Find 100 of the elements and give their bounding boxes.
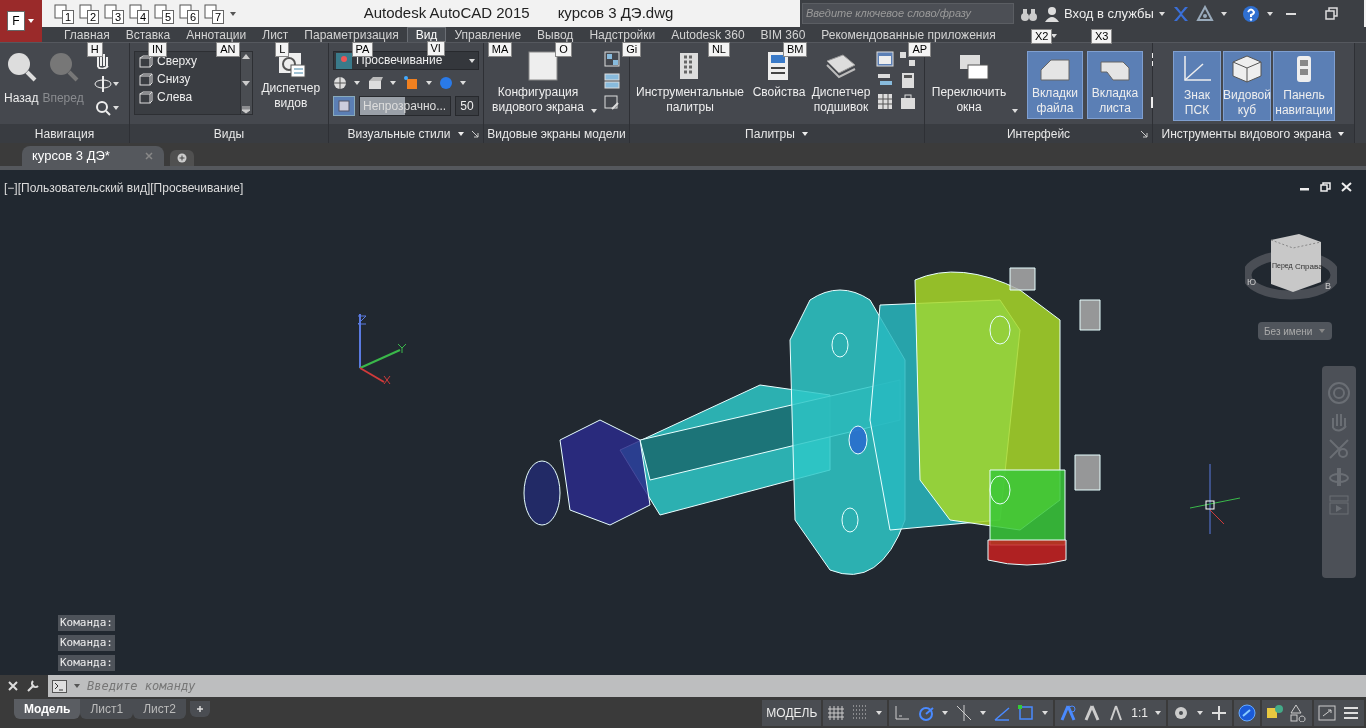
keytip: NL [707,42,730,57]
quick-access-button[interactable]: 1 [54,3,74,24]
search-field[interactable]: Введите ключевое слово/фразу [802,3,1014,24]
quick-access-button[interactable]: 3 [104,3,124,24]
window-title: Autodesk AutoCAD 2015 [363,3,530,24]
ribbon-tab[interactable]: Аннотации [178,28,255,42]
window-icon [876,51,894,67]
ribbon-tab[interactable]: Autodesk 360 [663,28,753,42]
caret-icon [875,708,884,717]
ribbon-tab[interactable]: Вставка [117,28,179,42]
caret-icon [73,682,81,690]
file-tabs-button[interactable]: Вкладки файла [1027,51,1083,119]
annotation-icon [1059,703,1078,722]
keytip: MA [487,42,513,57]
caret-icon [979,708,988,717]
ribbon-tab[interactable]: Надстройки [581,28,664,42]
keytip: F [7,11,25,31]
keytip: X2 [1031,29,1053,44]
file-tab[interactable]: курсов 3 ДЭ* [22,146,164,166]
quick-access-button[interactable]: 5 [154,3,174,24]
caret-icon [468,56,476,65]
dialog-launcher-icon [1140,129,1148,138]
keytip: AN [216,42,240,57]
viewcube-button[interactable]: Видовой куб [1223,51,1271,121]
close-icon [8,681,18,691]
caret-icon [229,9,237,18]
cube-icon [1231,54,1263,84]
keytip: O [555,42,572,57]
caret-icon [590,107,598,115]
zoom-icon [1328,438,1350,460]
close-icon [143,151,154,161]
annotation-scale[interactable]: 1:1 [1131,703,1148,722]
back-button[interactable]: Назад [4,51,39,106]
view-item[interactable]: Сверху [157,54,198,69]
caret-icon [941,708,950,717]
switch-windows-button[interactable]: Переключить окна [929,51,1019,117]
panel-title: Видовые экраны модели [487,125,626,143]
scroll-down-icon [241,78,252,88]
new-tab-button[interactable] [169,150,194,166]
orbit-icon [1328,466,1350,488]
quick-access-button[interactable]: 2 [79,3,99,24]
keytip: BM [782,42,808,57]
steering-wheel-icon [1328,382,1350,404]
view-item[interactable]: Снизу [157,72,191,87]
caret-icon [111,80,120,88]
ribbon-tab[interactable]: Рекомендованные приложения [813,28,1004,42]
calculator-icon [899,72,917,88]
sign-in-button[interactable]: Вход в службы [1044,3,1166,24]
restore-icon [1320,182,1331,192]
expand-icon [241,105,252,114]
caret-icon [353,79,361,87]
xray-toggle-button[interactable] [333,96,355,116]
caret-icon [111,104,120,112]
network-icon [899,51,917,67]
cube-icon [139,55,153,68]
user-icon [1044,5,1060,22]
quick-access-button[interactable]: 6 [179,3,199,24]
navigation-bar-button[interactable]: Панель навигации [1273,51,1335,121]
layout-tab[interactable]: Лист1 [80,698,134,719]
ribbon-tab[interactable]: Параметризация [296,28,407,42]
quick-access-button[interactable]: 4 [129,3,149,24]
ribbon-tab[interactable]: Лист [254,28,297,42]
hardware-acceleration-icon [1238,703,1256,722]
caret-icon [456,129,465,138]
keytip: Gi [622,42,642,57]
viewport-split-icon [604,73,620,89]
command-line-field[interactable]: Введите команду [48,675,1366,697]
layout-tab[interactable]: Модель [14,698,81,719]
new-layout-button[interactable] [189,700,210,717]
grid-icon [827,703,846,722]
object-track-icon [955,703,974,722]
plus-icon [1210,703,1228,722]
plus-icon [176,153,187,163]
close-icon [1341,182,1352,192]
caret-icon [1265,9,1274,18]
cube-icon [337,99,351,113]
application-menu-button[interactable]: F [0,0,42,42]
layout-tab[interactable]: Лист2 [133,698,186,719]
cube-icon [139,73,153,86]
quick-access-button[interactable]: 7 [204,3,224,24]
sphere-icon [333,76,347,90]
viewport-controls-label[interactable]: [−][Пользовательский вид][Просвечивание] [4,179,244,197]
opacity-value: 50 [455,96,479,116]
keytip: X3 [1091,29,1113,44]
ribbon-tab[interactable]: Главная [56,28,118,42]
panel-title: Навигация [34,125,95,143]
ucs-icon-button[interactable]: Знак ПСК [1173,51,1221,121]
osnap-icon [1017,703,1036,722]
ribbon-tab[interactable]: Управление [446,28,530,42]
layout-tabs-button[interactable]: Вкладка листа [1087,51,1143,119]
zoom-icon [93,99,112,117]
panel-title: Интерфейс [1006,125,1071,143]
ribbon-tab[interactable]: BIM 360 [752,28,814,42]
view-item[interactable]: Слева [157,90,193,105]
panel-title[interactable]: Палитры [745,124,795,143]
ribbon-tab[interactable]: Вывод [529,28,582,42]
sheet-set-manager-button[interactable]: Диспетчер подшивок [812,51,870,115]
ribbon-tab[interactable]: Вид [406,27,447,42]
space-toggle[interactable]: МОДЕЛЬ [762,699,822,726]
viewport-restore-icon [604,95,620,111]
